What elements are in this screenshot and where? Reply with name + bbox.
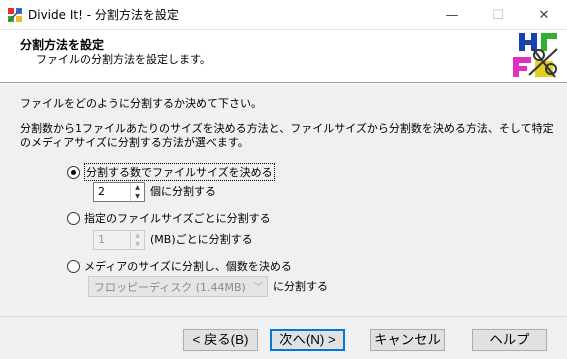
title-bar: Divide It! - 分割方法を設定 — ☐ ✕ — [0, 0, 567, 30]
description-text: 分割数から1ファイルあたりのサイズを決める方法と、ファイルサイズから分割数を決め… — [20, 122, 554, 149]
size-spinner-arrows: ▲ ▼ — [130, 231, 144, 249]
spin-down-icon: ▼ — [135, 241, 140, 248]
spin-down-icon[interactable]: ▼ — [131, 192, 144, 201]
next-button[interactable]: 次へ(N) > — [270, 329, 345, 351]
radio-by-media[interactable] — [67, 259, 80, 273]
option-by-media[interactable]: メディアのサイズに分割し、個数を決める — [67, 258, 292, 274]
size-suffix: (MB)ごとに分割する — [150, 233, 253, 246]
option-by-count[interactable]: 分割する数でファイルサイズを決める — [67, 163, 275, 181]
divide-it-logo-icon — [513, 33, 558, 78]
footer-divider — [0, 316, 567, 317]
app-icon — [8, 8, 22, 22]
count-suffix: 個に分割する — [150, 185, 216, 198]
minimize-button[interactable]: — — [429, 0, 475, 30]
close-button[interactable]: ✕ — [521, 0, 567, 30]
option-by-count-label[interactable]: 分割する数でファイルサイズを決める — [84, 163, 275, 181]
radio-by-count[interactable] — [67, 165, 80, 179]
wizard-body: ファイルをどのように分割するか決めて下さい。 分割数から1ファイルあたりのサイズ… — [0, 84, 567, 359]
media-select: フロッピーディスク (1.44MB) ﹀ — [88, 276, 268, 297]
back-button[interactable]: < 戻る(B) — [183, 329, 258, 351]
cancel-button[interactable]: キャンセル — [370, 329, 445, 351]
chevron-down-icon: ﹀ — [253, 283, 263, 293]
option-by-size[interactable]: 指定のファイルサイズごとに分割する — [67, 210, 271, 226]
count-value[interactable]: 2 — [94, 183, 130, 201]
radio-by-size[interactable] — [67, 211, 80, 225]
size-value: 1 — [98, 233, 105, 246]
size-spinner: 1 ▲ ▼ — [93, 230, 145, 250]
help-button[interactable]: ヘルプ — [472, 329, 547, 351]
header-title: 分割方法を設定 — [20, 38, 105, 52]
option-by-media-label[interactable]: メディアのサイズに分割し、個数を決める — [84, 258, 292, 274]
intro-text: ファイルをどのように分割するか決めて下さい。 — [20, 97, 262, 110]
option-by-size-label[interactable]: 指定のファイルサイズごとに分割する — [84, 210, 271, 226]
window-title: Divide It! - 分割方法を設定 — [28, 8, 179, 22]
count-spinner-arrows[interactable]: ▲ ▼ — [130, 183, 144, 201]
count-spinner[interactable]: 2 ▲ ▼ — [93, 182, 145, 202]
wizard-header: 分割方法を設定 ファイルの分割方法を設定します。 — [0, 30, 567, 83]
maximize-button[interactable]: ☐ — [475, 0, 521, 30]
header-subtitle: ファイルの分割方法を設定します。 — [36, 53, 211, 66]
spin-up-icon: ▲ — [135, 232, 140, 239]
spin-up-icon[interactable]: ▲ — [131, 183, 144, 192]
media-select-value: フロッピーディスク (1.44MB) — [94, 280, 246, 294]
media-suffix: に分割する — [273, 280, 328, 293]
